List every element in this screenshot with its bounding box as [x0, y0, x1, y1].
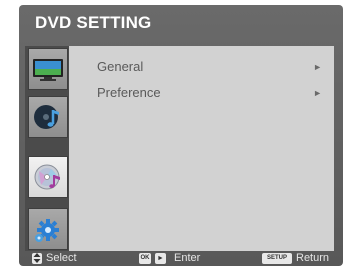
gear-icon	[35, 219, 59, 242]
sidebar-item-disc[interactable]	[28, 156, 68, 198]
sidebar-item-settings[interactable]	[28, 208, 68, 250]
sidebar	[25, 46, 70, 251]
menu-item-preference[interactable]: Preference ►	[97, 85, 334, 103]
settings-panel: General ► Preference ►	[69, 46, 334, 251]
setup-key: SETUP	[262, 252, 292, 264]
submenu-arrow-icon: ►	[313, 62, 322, 72]
music-cd-icon	[34, 164, 60, 190]
up-down-arrow-icon	[32, 252, 42, 264]
right-arrow-key-icon: ►	[155, 252, 166, 264]
select-label: Select	[46, 252, 77, 264]
page-title: DVD SETTING	[35, 13, 152, 32]
sidebar-item-tv[interactable]	[28, 48, 68, 90]
sidebar-item-audio[interactable]	[28, 96, 68, 138]
menu-item-label: General	[97, 59, 144, 74]
music-note-disc-icon	[34, 105, 59, 129]
hint-enter: OK ► Enter	[139, 252, 200, 264]
ok-key: OK	[139, 252, 151, 264]
hint-select: Select	[32, 252, 77, 264]
enter-label: Enter	[174, 252, 201, 264]
hint-return: SETUP Return	[262, 252, 329, 264]
key-hint-bar: Select OK ► Enter SETUP Return	[19, 252, 343, 266]
dvd-setting-window: DVD SETTING General ► Preference ► Selec…	[19, 5, 343, 266]
return-label: Return	[296, 252, 330, 264]
menu-item-general[interactable]: General ►	[97, 59, 334, 77]
submenu-arrow-icon: ►	[313, 88, 322, 98]
menu-item-label: Preference	[97, 85, 161, 100]
tv-icon	[33, 59, 63, 81]
